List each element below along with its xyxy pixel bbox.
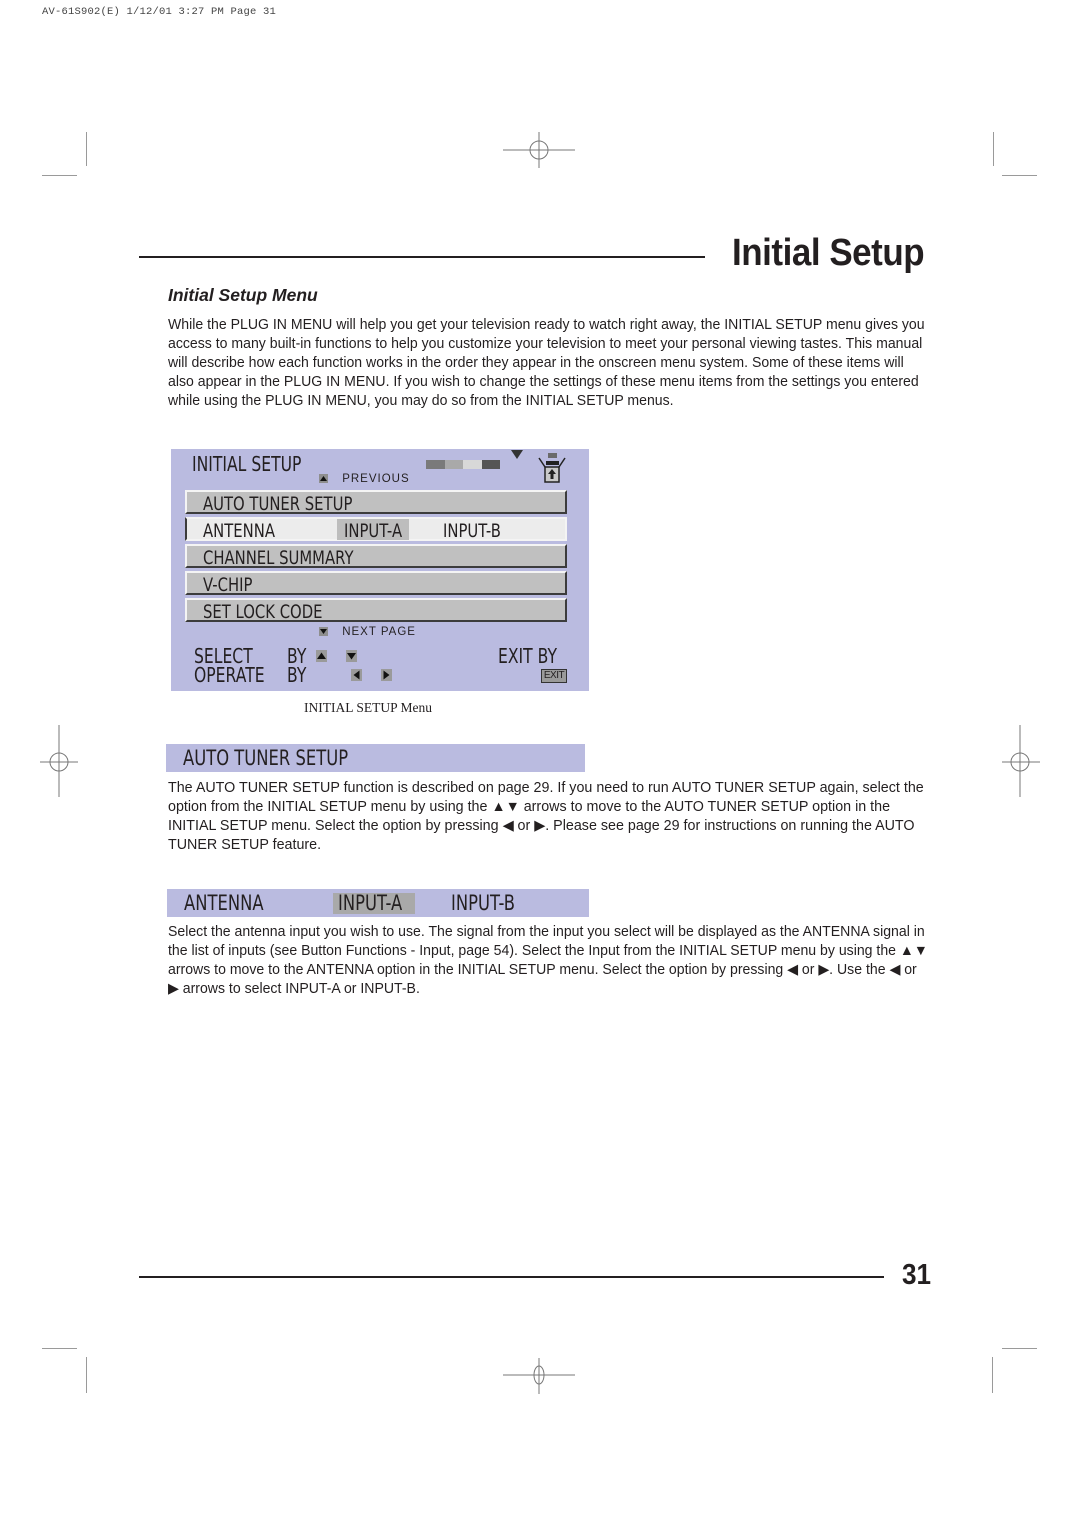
- antenna-option-input-a: INPUT-A: [338, 891, 403, 915]
- down-arrow-icon: [319, 627, 328, 637]
- menu-item-antenna[interactable]: ANTENNA INPUT-A INPUT-B: [185, 517, 567, 542]
- crop-mark: [993, 132, 994, 166]
- text: arrows to move to the ANTENNA option in …: [168, 962, 788, 978]
- figure-caption: INITIAL SETUP Menu: [304, 700, 432, 715]
- left-arrow-icon: ◀: [787, 962, 798, 978]
- text: arrows to select INPUT-A or INPUT-B.: [178, 981, 420, 997]
- operate-hint: OPERATE: [194, 663, 265, 687]
- header-rule: [139, 256, 705, 258]
- section-subtitle: Initial Setup Menu: [168, 285, 318, 305]
- up-down-arrows-icon: ▲▼: [491, 799, 520, 815]
- exit-key-icon: EXIT: [541, 669, 567, 683]
- previous-page-hint: PREVIOUS: [319, 473, 410, 485]
- left-arrow-icon: ◀: [889, 962, 901, 978]
- crop-mark: [1002, 175, 1037, 176]
- footer-rule: [139, 1276, 884, 1278]
- print-slug: AV-61S902(E) 1/12/01 3:27 PM Page 31: [42, 6, 277, 18]
- menu-item-channel-summary[interactable]: CHANNEL SUMMARY: [185, 544, 567, 569]
- registration-mark-icon: [503, 1358, 575, 1394]
- operate-label: OPERATE: [194, 663, 265, 687]
- auto-tuner-setup-heading: AUTO TUNER SETUP: [183, 746, 349, 770]
- bar-segment: [426, 460, 445, 469]
- bar-segment: [444, 460, 463, 469]
- menu-item-label: CHANNEL SUMMARY: [203, 547, 354, 569]
- crop-mark: [992, 1357, 993, 1393]
- right-arrow-icon: ▶: [818, 962, 830, 978]
- by-label: BY: [287, 663, 307, 687]
- text: or: [513, 818, 535, 834]
- crop-mark: [42, 175, 77, 176]
- crop-mark: [42, 1348, 77, 1349]
- operate-by-hint: BY: [287, 663, 306, 687]
- menu-item-label: ANTENNA: [203, 520, 275, 542]
- left-arrow-icon: ◀: [502, 818, 514, 834]
- auto-tuner-setup-heading-bar: AUTO TUNER SETUP: [166, 744, 585, 772]
- bar-segment: [463, 460, 482, 469]
- intro-paragraph: While the PLUG IN MENU will help you get…: [168, 317, 925, 409]
- menu-position-bar: [426, 460, 500, 469]
- menu-item-auto-tuner-setup[interactable]: AUTO TUNER SETUP: [185, 490, 567, 515]
- left-arrow-key-icon: [350, 669, 362, 681]
- registration-mark-icon: [40, 725, 78, 797]
- text: or: [900, 962, 917, 978]
- auto-tuner-paragraph: The AUTO TUNER SETUP function is describ…: [168, 779, 938, 855]
- crop-mark: [1002, 1348, 1037, 1349]
- antenna-heading-bar: ANTENNA INPUT-A INPUT-B: [167, 889, 589, 917]
- text: Select the antenna input you wish to use…: [168, 924, 925, 959]
- right-arrow-icon: ▶: [168, 981, 179, 997]
- trash-bin-icon: [538, 453, 566, 483]
- menu-item-v-chip[interactable]: V-CHIP: [185, 571, 567, 596]
- previous-label: PREVIOUS: [342, 473, 410, 485]
- next-page-hint: NEXT PAGE: [319, 626, 416, 638]
- initial-setup-osd-menu: INITIAL SETUP PREVIOUS AUTO TUNER SETUP …: [171, 449, 589, 691]
- exit-by-hint: EXIT BY: [498, 644, 558, 668]
- crop-mark: [86, 1357, 87, 1393]
- bar-segment: [481, 460, 500, 469]
- next-page-label: NEXT PAGE: [342, 626, 416, 638]
- right-arrow-key-icon: [381, 669, 393, 681]
- position-marker-icon: [511, 450, 523, 459]
- text: . Use the: [829, 962, 890, 978]
- antenna-option-input-b: INPUT-B: [451, 891, 516, 915]
- antenna-heading: ANTENNA: [184, 891, 264, 915]
- menu-item-set-lock-code[interactable]: SET LOCK CODE: [185, 598, 567, 623]
- up-arrow-key-icon: [316, 650, 327, 662]
- crop-mark: [86, 132, 87, 166]
- up-arrow-icon: [319, 474, 328, 484]
- right-arrow-icon: ▶: [534, 818, 546, 834]
- antenna-paragraph: Select the antenna input you wish to use…: [168, 923, 931, 999]
- menu-item-label: V-CHIP: [203, 574, 253, 596]
- text: or: [797, 962, 819, 978]
- menu-item-label: SET LOCK CODE: [203, 601, 323, 623]
- registration-mark-icon: [503, 132, 575, 168]
- option-input-b[interactable]: INPUT-B: [443, 520, 501, 542]
- option-input-a[interactable]: INPUT-A: [344, 520, 402, 542]
- page-number: 31: [902, 1259, 932, 1291]
- page-title: Initial Setup: [732, 232, 925, 274]
- osd-menu-title: INITIAL SETUP: [192, 452, 302, 476]
- up-down-arrows-icon: ▲▼: [899, 943, 928, 959]
- down-arrow-key-icon: [346, 650, 358, 662]
- registration-mark-icon: [1002, 725, 1040, 797]
- menu-item-label: AUTO TUNER SETUP: [203, 493, 353, 515]
